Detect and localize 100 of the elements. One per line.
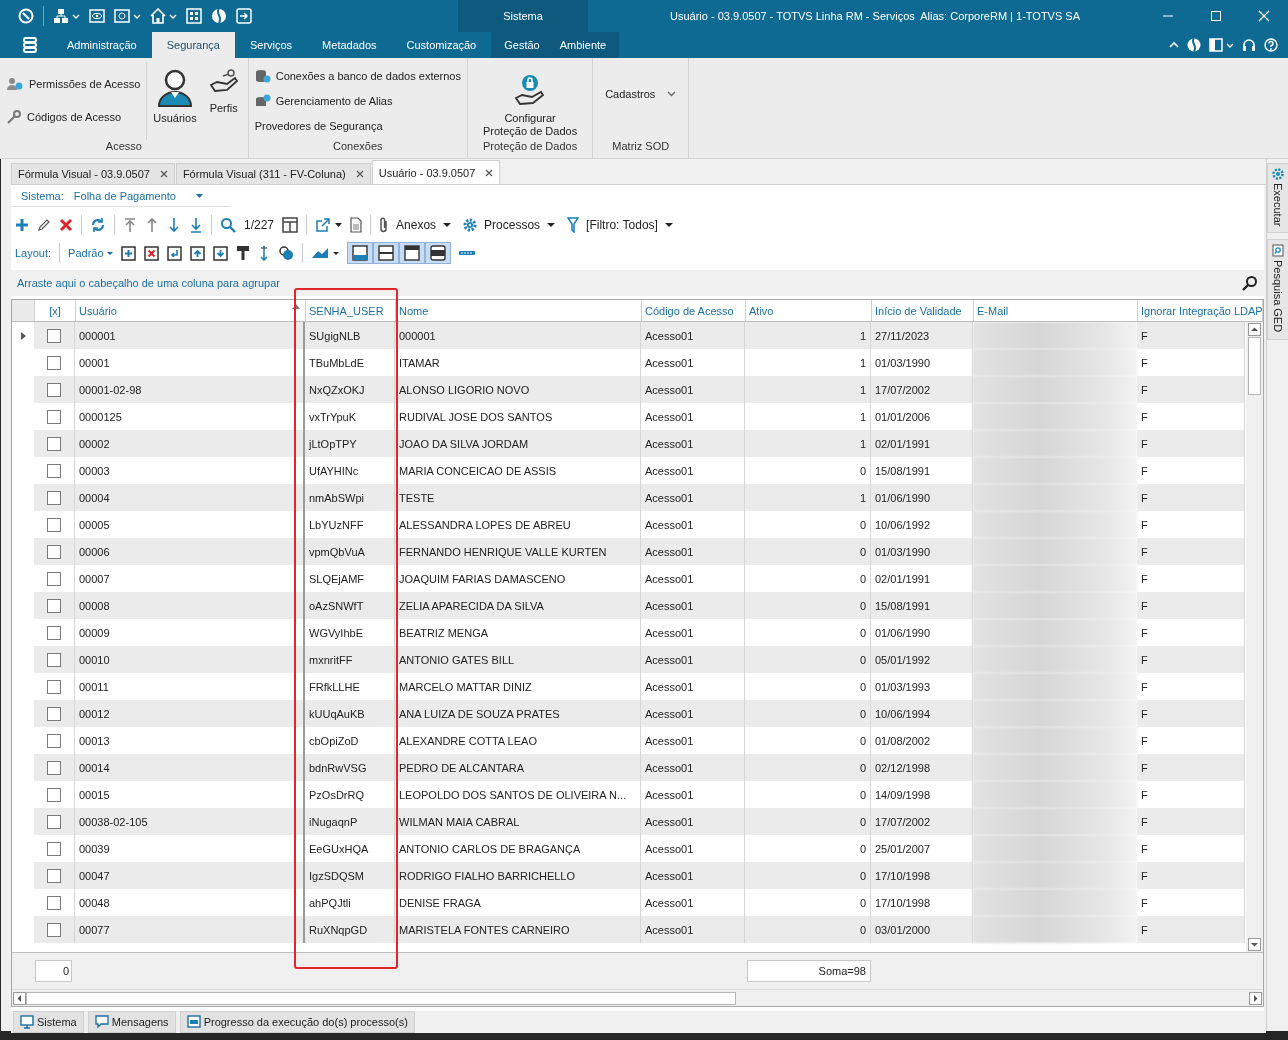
table-cell: 1	[745, 430, 871, 457]
ribbon-button[interactable]: Permissões de Acesso	[6, 74, 141, 93]
toolbar-menu[interactable]: Processos	[463, 218, 556, 232]
ribbon-tab[interactable]: Metadados	[307, 32, 392, 58]
ribbon-button[interactable]: Gerenciamento de Alias	[254, 91, 461, 110]
checkbox[interactable]	[47, 841, 61, 856]
checkbox[interactable]	[47, 868, 61, 883]
checkbox[interactable]	[47, 706, 61, 721]
checkbox[interactable]	[47, 436, 61, 451]
panel-tab[interactable]: Mensagens	[87, 1011, 176, 1033]
ribbon-button[interactable]: Códigos de Acesso	[6, 107, 141, 126]
ribbon-tab[interactable]: Serviços	[234, 32, 308, 58]
checkbox[interactable]	[47, 652, 61, 667]
checkbox[interactable]	[47, 760, 61, 775]
vertical-scrollbar[interactable]	[1246, 322, 1263, 952]
table-cell: F	[1137, 592, 1245, 619]
refresh-window-button[interactable]	[114, 8, 141, 24]
columns-button[interactable]	[282, 214, 299, 236]
checkbox[interactable]	[47, 544, 61, 559]
checkbox[interactable]	[47, 895, 61, 910]
table-cell: 00004	[75, 484, 305, 511]
ribbon-button[interactable]: Provedores de Segurança	[254, 116, 461, 135]
scroll-thumb[interactable]	[1248, 337, 1261, 395]
ribbon-button[interactable]: Perfis	[205, 62, 242, 140]
document-tab[interactable]: Fórmula Visual (311 - FV-Coluna)	[175, 163, 371, 184]
checkbox[interactable]	[47, 355, 61, 370]
layout-button[interactable]	[1209, 38, 1234, 52]
checkbox[interactable]	[47, 571, 61, 586]
checkbox[interactable]	[47, 409, 61, 424]
globe-button[interactable]	[211, 8, 227, 24]
system-dropdown[interactable]: Folha de Pagamento	[73, 189, 203, 202]
ribbon-tab[interactable]: Segurança	[151, 32, 235, 58]
checkbox[interactable]	[47, 382, 61, 397]
layout-dropdown[interactable]: Padrão	[68, 247, 113, 259]
column-header[interactable]: [x]	[35, 300, 76, 321]
view-toggle[interactable]	[346, 242, 373, 264]
table-cell: Acesso01	[641, 376, 745, 403]
eye-button[interactable]	[89, 8, 105, 24]
column-header[interactable]: E-Mail	[974, 300, 1138, 321]
panel-tab[interactable]: Progresso da execução do(s) processo(s)	[179, 1011, 415, 1033]
ribbon-button[interactable]: Configurar Proteção de Dados	[480, 68, 581, 140]
exit-button[interactable]	[236, 8, 252, 24]
document-search-icon	[1272, 244, 1284, 258]
close-icon	[1258, 10, 1270, 22]
globe-icon[interactable]	[1187, 38, 1201, 52]
checkbox[interactable]	[47, 490, 61, 505]
close-icon[interactable]	[355, 170, 364, 178]
table-cell: MARISTELA FONTES CARNEIRO	[395, 916, 641, 943]
power-icon[interactable]	[18, 8, 34, 24]
table-cell: oAzSNWfT	[305, 592, 395, 619]
headset-icon[interactable]	[1242, 38, 1256, 52]
checkbox[interactable]	[47, 517, 61, 532]
checkbox[interactable]	[47, 733, 61, 748]
toolbar-menu[interactable]: [Filtro: Todos]	[567, 217, 673, 233]
view-toggle[interactable]	[372, 242, 399, 264]
header-view-icon	[403, 245, 420, 261]
checkbox[interactable]	[47, 814, 61, 829]
ribbon-button[interactable]: Usuários	[146, 62, 200, 140]
horizontal-scrollbar[interactable]	[12, 989, 1263, 1006]
table-cell: 00077	[75, 916, 305, 943]
home-button[interactable]	[150, 8, 177, 24]
document-tab[interactable]: Fórmula Visual - 03.9.0507	[11, 163, 175, 184]
column-header[interactable]: Usuário	[76, 300, 306, 321]
column-header[interactable]: Código de Acesso	[642, 300, 746, 321]
report-button[interactable]	[350, 214, 363, 236]
collapse-ribbon-icon[interactable]	[1169, 41, 1179, 49]
checkbox[interactable]	[47, 922, 61, 937]
toolbar-menu[interactable]: Anexos	[379, 217, 452, 233]
close-icon[interactable]	[485, 168, 494, 177]
help-icon[interactable]	[1264, 38, 1278, 52]
filter-icon	[567, 217, 580, 233]
hierarchy-button[interactable]	[53, 8, 80, 24]
column-header[interactable]: Nome	[396, 300, 642, 321]
checkbox[interactable]	[47, 598, 61, 613]
search-icon[interactable]	[1242, 275, 1258, 291]
ribbon-tab[interactable]: Customização	[391, 32, 492, 58]
checkbox[interactable]	[47, 679, 61, 694]
ribbon-group-title: Matriz SOD	[611, 140, 671, 154]
checkbox[interactable]	[47, 463, 61, 478]
grid-button[interactable]	[186, 8, 202, 24]
side-tab[interactable]: Pesquisa GED	[1267, 239, 1288, 340]
table-cell: 02/12/1998	[871, 754, 973, 781]
checkbox[interactable]	[47, 787, 61, 802]
column-header[interactable]: SENHA_USER	[306, 300, 396, 321]
ribbon-tab[interactable]: Administração	[52, 32, 152, 58]
context-label: Sistema	[458, 0, 588, 32]
view-toggle[interactable]	[398, 242, 425, 264]
column-header[interactable]: Início de Validade	[872, 300, 974, 321]
ribbon-button[interactable]: Conexões a banco de dados externos	[254, 66, 461, 85]
checkbox[interactable]	[47, 625, 61, 640]
side-tab[interactable]: Executar	[1267, 163, 1288, 234]
column-header[interactable]: Ignorar Integração LDAP	[1138, 300, 1263, 321]
close-icon[interactable]	[159, 170, 168, 178]
view-toggle[interactable]	[424, 242, 451, 264]
panel-tab[interactable]: Sistema	[13, 1011, 84, 1033]
scroll-thumb[interactable]	[26, 991, 736, 1005]
document-tab[interactable]: Usuário - 03.9.0507	[371, 160, 501, 184]
checkbox[interactable]	[47, 328, 61, 343]
column-header[interactable]: Ativo	[746, 300, 872, 321]
table-cell: 17/07/2002	[871, 808, 973, 835]
